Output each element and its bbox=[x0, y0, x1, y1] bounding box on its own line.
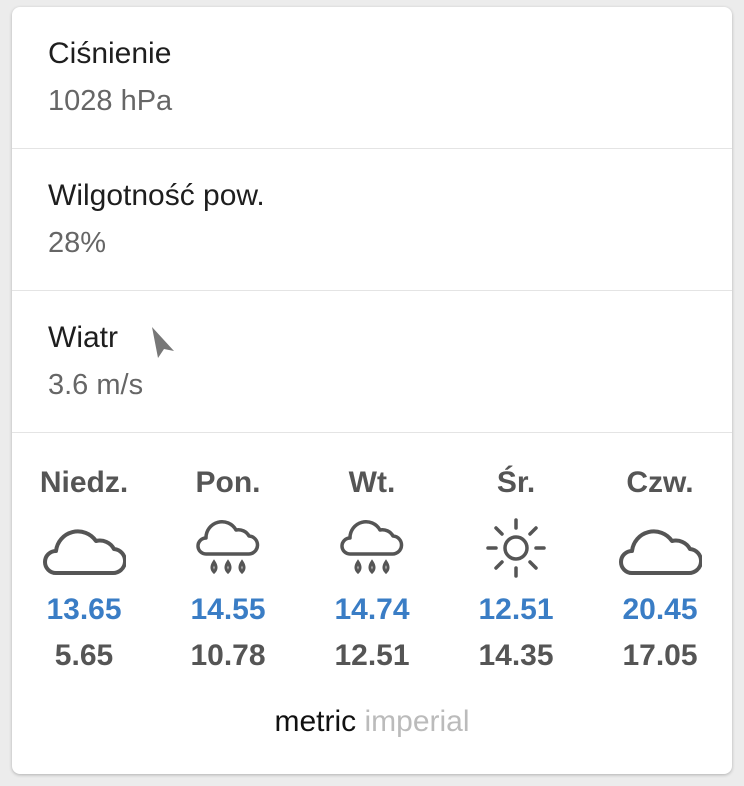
humidity-row: Wilgotność pow. 28% bbox=[12, 149, 732, 291]
cloud-icon bbox=[19, 513, 149, 583]
imperial-unit-link[interactable]: imperial bbox=[364, 705, 469, 738]
forecast-high: 14.74 bbox=[334, 593, 410, 626]
forecast-low: 14.35 bbox=[478, 639, 554, 672]
forecast-day-name: Śr. bbox=[496, 466, 536, 499]
cloud-icon bbox=[595, 513, 725, 583]
forecast-day-name: Wt. bbox=[348, 466, 396, 499]
forecast-day: Pon. 14.55 10.78 bbox=[163, 463, 293, 679]
forecast-high: 20.45 bbox=[622, 593, 698, 626]
humidity-label: Wilgotność pow. bbox=[48, 179, 265, 212]
forecast-low: 17.05 bbox=[622, 639, 698, 672]
forecast-day: Czw. 20.45 17.05 bbox=[595, 463, 725, 679]
forecast-high: 13.65 bbox=[46, 593, 122, 626]
forecast-high: 14.55 bbox=[190, 593, 266, 626]
pressure-row: Ciśnienie 1028 hPa bbox=[12, 7, 732, 149]
weather-card: Ciśnienie 1028 hPa Wilgotność pow. 28% W… bbox=[12, 7, 732, 774]
navigation-arrow-icon bbox=[152, 327, 174, 358]
forecast-day-name: Czw. bbox=[626, 466, 694, 499]
pressure-label: Ciśnienie bbox=[48, 37, 172, 70]
forecast-day: Wt. 14.74 12.51 bbox=[307, 463, 437, 679]
humidity-value: 28% bbox=[48, 227, 107, 259]
forecast-high: 12.51 bbox=[478, 593, 554, 626]
forecast-low: 5.65 bbox=[54, 639, 114, 672]
metric-unit-link[interactable]: metric bbox=[274, 705, 356, 738]
forecast-day: Niedz. 13.65 5.65 bbox=[19, 463, 149, 679]
pressure-value: 1028 hPa bbox=[48, 85, 173, 117]
forecast-day: Śr. 12.51 14.35 bbox=[451, 463, 581, 679]
forecast-day-name: Niedz. bbox=[39, 466, 129, 499]
forecast-day-name: Pon. bbox=[195, 466, 261, 499]
unit-switcher: metric imperial bbox=[12, 705, 732, 739]
wind-label: Wiatr bbox=[48, 321, 118, 354]
rain-icon bbox=[163, 513, 293, 583]
forecast-low: 10.78 bbox=[190, 639, 266, 672]
wind-value: 3.6 m/s bbox=[48, 369, 144, 401]
forecast-low: 12.51 bbox=[334, 639, 410, 672]
rain-icon bbox=[307, 513, 437, 583]
sun-icon bbox=[451, 513, 581, 583]
wind-row: Wiatr 3.6 m/s bbox=[12, 291, 732, 433]
